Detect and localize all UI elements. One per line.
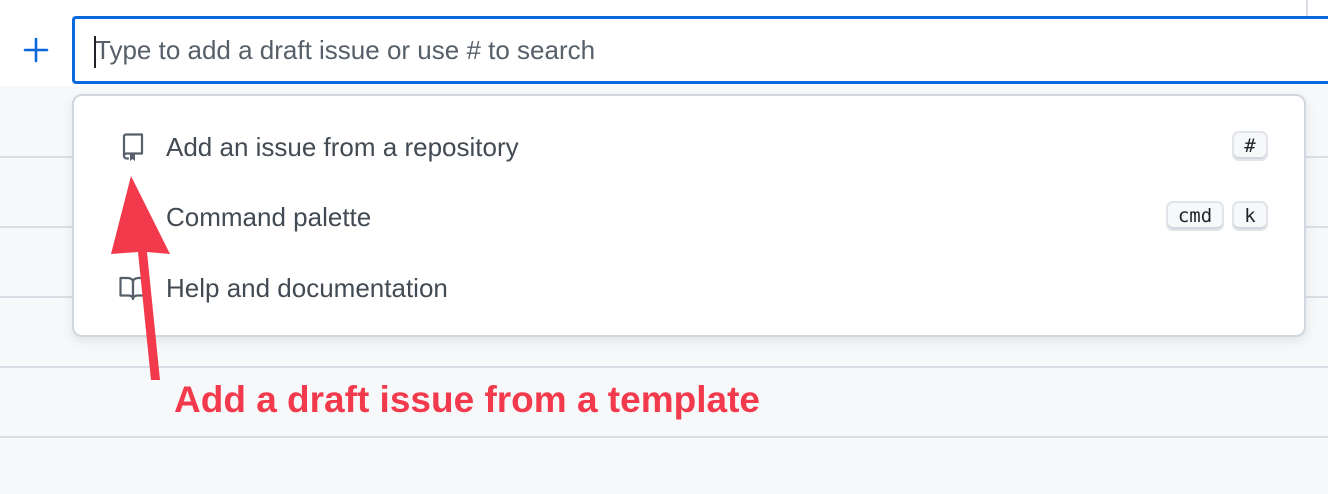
menu-item-label: Command palette xyxy=(166,202,372,232)
menu-item-command-palette[interactable]: Command palette cmd k xyxy=(74,186,1304,248)
repo-icon xyxy=(122,133,144,161)
menu-item-label: Help and documentation xyxy=(166,273,448,303)
draft-issue-input[interactable] xyxy=(75,19,1328,81)
annotation-label: Add a draft issue from a template xyxy=(174,379,760,420)
text-caret xyxy=(94,36,96,68)
add-item-button[interactable] xyxy=(0,16,72,84)
book-icon xyxy=(119,276,147,301)
shortcut-key: cmd xyxy=(1166,201,1224,231)
shortcut-key: # xyxy=(1232,131,1268,161)
table-row xyxy=(0,366,1328,368)
draft-issue-input-container[interactable] xyxy=(72,16,1328,84)
table-row xyxy=(0,436,1328,438)
menu-item-add-issue-from-repository[interactable]: Add an issue from a repository # xyxy=(74,116,1304,178)
column-divider xyxy=(1306,0,1308,16)
menu-item-help-and-documentation[interactable]: Help and documentation xyxy=(74,257,1304,319)
plus-icon xyxy=(23,37,49,63)
shortcut-key: k xyxy=(1232,201,1268,231)
add-item-menu: Add an issue from a repository # Command… xyxy=(72,94,1306,337)
menu-item-label: Add an issue from a repository xyxy=(166,132,519,162)
